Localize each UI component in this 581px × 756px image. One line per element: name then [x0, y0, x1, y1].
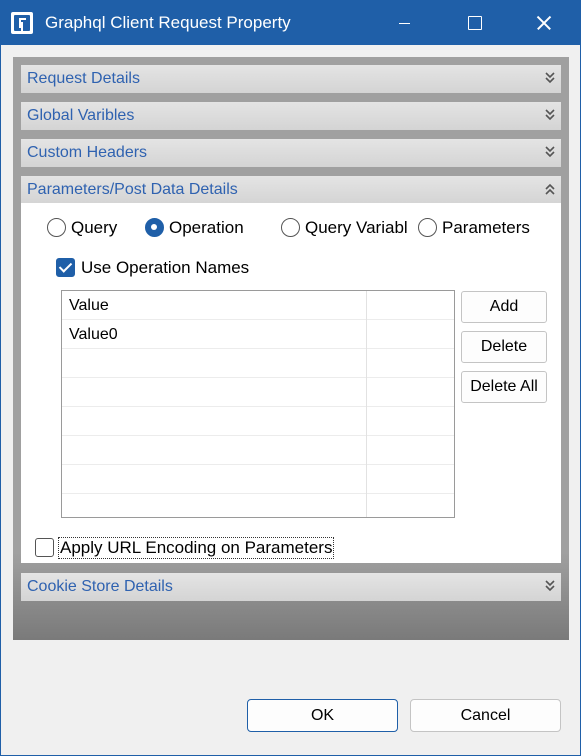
close-icon[interactable] — [521, 1, 567, 45]
table-row[interactable]: Value — [62, 291, 454, 320]
chevron-down-icon[interactable] — [545, 580, 555, 592]
title-bar[interactable]: Graphql Client Request Property — [1, 1, 580, 45]
apply-url-encoding-checkbox[interactable] — [35, 538, 54, 557]
grid-column-divider — [366, 291, 367, 517]
chevron-down-icon[interactable] — [545, 146, 555, 158]
window-title: Graphql Client Request Property — [45, 13, 291, 32]
chevron-up-icon[interactable] — [545, 183, 555, 195]
radio-circle[interactable] — [145, 218, 164, 237]
radio-label: Query Variabl — [305, 218, 408, 237]
section-label: Cookie Store Details — [27, 578, 173, 595]
section-parameters[interactable]: Parameters/Post Data Details — [21, 176, 561, 204]
section-custom-headers[interactable]: Custom Headers — [21, 139, 561, 167]
app-icon — [11, 12, 33, 34]
parameters-body: Query Operation Query Variabl Parameters… — [21, 203, 561, 563]
use-operation-names-checkbox[interactable] — [56, 258, 75, 277]
section-label: Request Details — [27, 70, 140, 87]
values-grid[interactable]: Value Value0 — [61, 290, 455, 518]
section-label: Parameters/Post Data Details — [27, 181, 238, 198]
ok-button[interactable]: OK — [247, 699, 398, 732]
use-operation-names-label: Use Operation Names — [81, 258, 250, 277]
delete-button[interactable]: Delete — [461, 331, 547, 363]
table-row[interactable] — [62, 349, 454, 378]
table-row[interactable] — [62, 494, 454, 517]
section-cookie-store[interactable]: Cookie Store Details — [21, 573, 561, 601]
cancel-button[interactable]: Cancel — [410, 699, 561, 732]
section-global-variables[interactable]: Global Varibles — [21, 102, 561, 130]
radio-label: Parameters — [442, 218, 530, 237]
maximize-icon[interactable] — [452, 1, 498, 45]
minimize-icon[interactable] — [381, 1, 427, 45]
radio-circle[interactable] — [281, 218, 300, 237]
delete-all-button[interactable]: Delete All — [461, 371, 547, 403]
radio-label: Query — [71, 218, 118, 237]
property-panel: Request Details Global Varibles Custom H… — [13, 57, 569, 640]
radio-circle[interactable] — [47, 218, 66, 237]
table-row[interactable] — [62, 436, 454, 465]
table-row[interactable] — [62, 465, 454, 494]
radio-label: Operation — [169, 218, 244, 237]
table-row[interactable]: Value0 — [62, 320, 454, 349]
grid-cell: Value0 — [69, 326, 118, 343]
table-row[interactable] — [62, 378, 454, 407]
section-request-details[interactable]: Request Details — [21, 65, 561, 93]
apply-url-encoding-label[interactable]: Apply URL Encoding on Parameters — [58, 537, 335, 559]
chevron-down-icon[interactable] — [545, 109, 555, 121]
dialog-window: Graphql Client Request Property Request … — [0, 0, 581, 756]
chevron-down-icon[interactable] — [545, 72, 555, 84]
add-button[interactable]: Add — [461, 291, 547, 323]
section-label: Custom Headers — [27, 144, 148, 161]
grid-cell: Value — [69, 297, 109, 314]
radio-circle[interactable] — [418, 218, 437, 237]
section-label: Global Varibles — [27, 107, 135, 124]
table-row[interactable] — [62, 407, 454, 436]
